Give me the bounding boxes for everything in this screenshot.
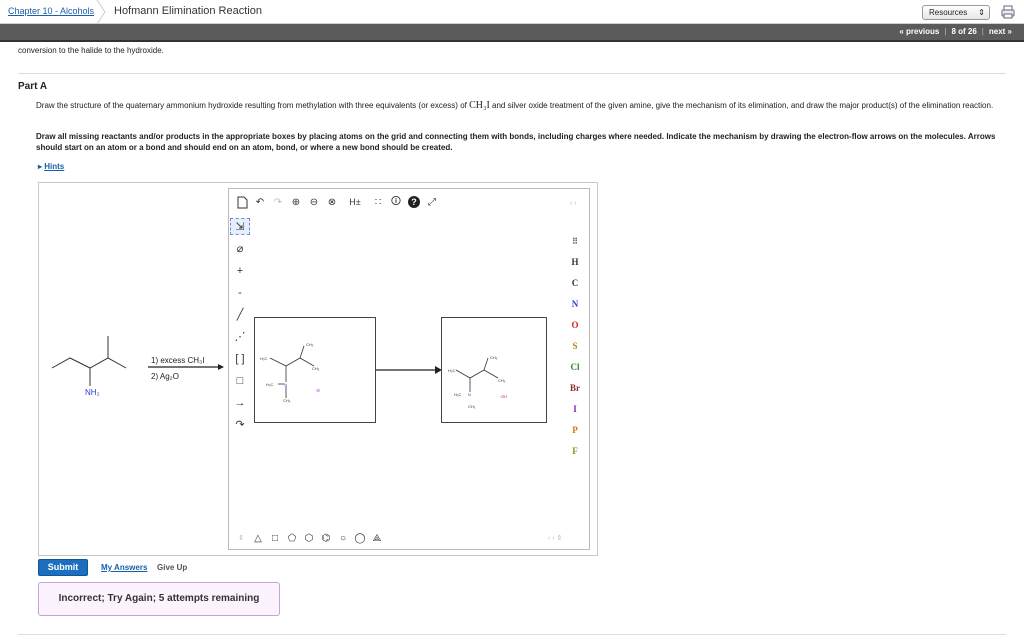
svg-text::ÖH: :ÖH <box>500 394 507 399</box>
zoom-out-icon[interactable]: ⊖ <box>306 194 322 210</box>
arrow-tool-icon[interactable]: → <box>230 394 250 411</box>
svg-text:CH₃: CH₃ <box>490 355 498 360</box>
atom-H[interactable]: H <box>566 252 584 273</box>
atom-C[interactable]: C <box>566 273 584 294</box>
ammonium-structure-drawing: CH₃ CH₃ H₃C H₃C N CH₃ ⊕ <box>260 342 320 403</box>
undo-icon[interactable]: ↶ <box>252 194 268 210</box>
help-icon[interactable]: ? <box>406 194 422 210</box>
bottom-divider <box>18 634 1006 635</box>
navigation-bar: « previous | 8 of 26 | next » <box>0 24 1024 42</box>
cyclopentane-icon[interactable]: ⬠ <box>285 530 299 546</box>
resources-select[interactable]: Resources ⇕ <box>922 5 990 20</box>
charge-tool-icon[interactable]: ∷ <box>370 194 386 210</box>
page-position: 8 of 26 <box>951 27 977 36</box>
svg-text:CH₃: CH₃ <box>283 398 291 403</box>
give-up-link[interactable]: Give Up <box>157 563 187 572</box>
question-part-b: and silver oxide treatment of the given … <box>489 101 994 110</box>
negative-charge-icon[interactable]: - <box>230 284 250 301</box>
my-answers-link[interactable]: My Answers <box>101 563 147 572</box>
positive-charge-icon[interactable]: + <box>230 262 250 279</box>
submit-button[interactable]: Submit <box>38 559 88 576</box>
hints-label: Hints <box>44 162 65 171</box>
template-ring-icon[interactable]: ⟁ <box>370 530 384 546</box>
cycloheptane-icon[interactable]: ○ <box>336 530 350 546</box>
breadcrumb-chapter-link[interactable]: Chapter 10 - Alcohols <box>8 6 94 16</box>
atom-S[interactable]: S <box>566 336 584 357</box>
atom-P[interactable]: P <box>566 420 584 441</box>
editor-left-toolbar: ⇲ ⌀ + - ╱ ⋰ [ ] □ → ↷ <box>230 218 250 438</box>
ring-scroll-icon[interactable]: ⇕ <box>234 530 248 546</box>
question-chem: CH₃I <box>469 100 490 111</box>
editor-scroll-top-icon[interactable]: ‹ › <box>570 200 577 207</box>
condition-2: 2) Ag₂O <box>151 372 180 381</box>
svg-text:H₃C: H₃C <box>260 356 268 361</box>
new-document-icon[interactable] <box>234 194 250 210</box>
curved-arrow-tool-icon[interactable]: ↷ <box>230 416 250 433</box>
hydrogen-toggle-button[interactable]: H± <box>342 194 368 210</box>
info-icon[interactable]: 🛈 <box>388 194 404 210</box>
breadcrumb-chevron-icon <box>96 0 106 24</box>
cyclobutane-icon[interactable]: □ <box>268 530 282 546</box>
expand-icon[interactable]: ⤢ <box>424 194 440 210</box>
svg-text:N: N <box>468 392 471 397</box>
pager: « previous | 8 of 26 | next » <box>895 27 1016 36</box>
svg-text:⊕: ⊕ <box>316 388 320 394</box>
cyclohexane-icon[interactable]: ⬡ <box>302 530 316 546</box>
benzene-icon[interactable]: ⌬ <box>319 530 333 546</box>
hints-toggle[interactable]: ▸ Hints <box>38 162 64 171</box>
feedback-message: Incorrect; Try Again; 5 attempts remaini… <box>38 582 280 616</box>
page-title: Hofmann Elimination Reaction <box>114 5 262 17</box>
divider <box>18 73 1006 74</box>
box-tool-icon[interactable]: □ <box>230 372 250 389</box>
instructions-text: Draw all missing reactants and/or produc… <box>36 132 996 152</box>
svg-text:CH₃: CH₃ <box>468 404 476 409</box>
question-part-a: Draw the structure of the quaternary amm… <box>36 101 470 110</box>
top-bar: Chapter 10 - Alcohols Hofmann Eliminatio… <box>0 0 1024 24</box>
svg-text:H₃C: H₃C <box>266 382 274 387</box>
previous-link[interactable]: « previous <box>895 27 943 36</box>
svg-text:CH₃: CH₃ <box>312 366 320 371</box>
box-to-box-arrow <box>376 366 442 374</box>
reaction-arrow <box>148 364 224 370</box>
editor-top-toolbar: ↶ ↷ ⊕ ⊖ ⊗ H± ∷ 🛈 ? ⤢ <box>234 194 440 210</box>
atom-O[interactable]: O <box>566 315 584 336</box>
product-structure-drawing: CH₃ CH₃ H₃C H₃C N CH₃ :ÖH <box>448 355 507 409</box>
resources-label: Resources <box>929 8 968 17</box>
atom-I[interactable]: I <box>566 399 584 420</box>
intro-text: conversion to the halide to the hydroxid… <box>18 46 164 55</box>
cyclopropane-icon[interactable]: △ <box>251 530 265 546</box>
select-arrows-icon: ⇕ <box>978 8 985 17</box>
part-label: Part A <box>18 81 48 92</box>
select-tool-icon[interactable]: ⇲ <box>230 218 250 235</box>
chain-tool-icon[interactable]: ⋰ <box>230 328 250 345</box>
question-text: Draw the structure of the quaternary amm… <box>36 100 996 111</box>
print-icon[interactable] <box>1000 4 1016 20</box>
zoom-reset-icon[interactable]: ⊗ <box>324 194 340 210</box>
ring-toolbar: ⇕ △ □ ⬠ ⬡ ⌬ ○ ◯ ⟁ <box>234 530 384 546</box>
zoom-in-icon[interactable]: ⊕ <box>288 194 304 210</box>
svg-text:N: N <box>284 382 287 387</box>
atom-F[interactable]: F <box>566 441 584 462</box>
redo-icon[interactable]: ↷ <box>270 194 286 210</box>
atom-N[interactable]: N <box>566 294 584 315</box>
bond-tool-icon[interactable]: ╱ <box>230 306 250 323</box>
svg-text:H₃C: H₃C <box>454 392 462 397</box>
svg-text:?: ? <box>411 197 417 207</box>
atom-template-icon[interactable]: ⠿ <box>566 236 584 252</box>
cyclooctane-icon[interactable]: ◯ <box>353 530 367 546</box>
eraser-icon[interactable]: ⌀ <box>230 240 250 257</box>
bracket-tool-icon[interactable]: [ ] <box>230 350 250 367</box>
atom-Cl[interactable]: Cl <box>566 357 584 378</box>
svg-text:H₃C: H₃C <box>448 368 456 373</box>
amine-label: NH₂ <box>85 388 100 397</box>
atom-Br[interactable]: Br <box>566 378 584 399</box>
atom-palette: ⠿ H C N O S Cl Br I P F <box>566 236 584 462</box>
next-link[interactable]: next » <box>985 27 1016 36</box>
svg-text:CH₃: CH₃ <box>498 378 506 383</box>
editor-scroll-bottom-icon[interactable]: ‹ › ⇕ <box>548 534 562 542</box>
svg-text:CH₃: CH₃ <box>306 342 314 347</box>
